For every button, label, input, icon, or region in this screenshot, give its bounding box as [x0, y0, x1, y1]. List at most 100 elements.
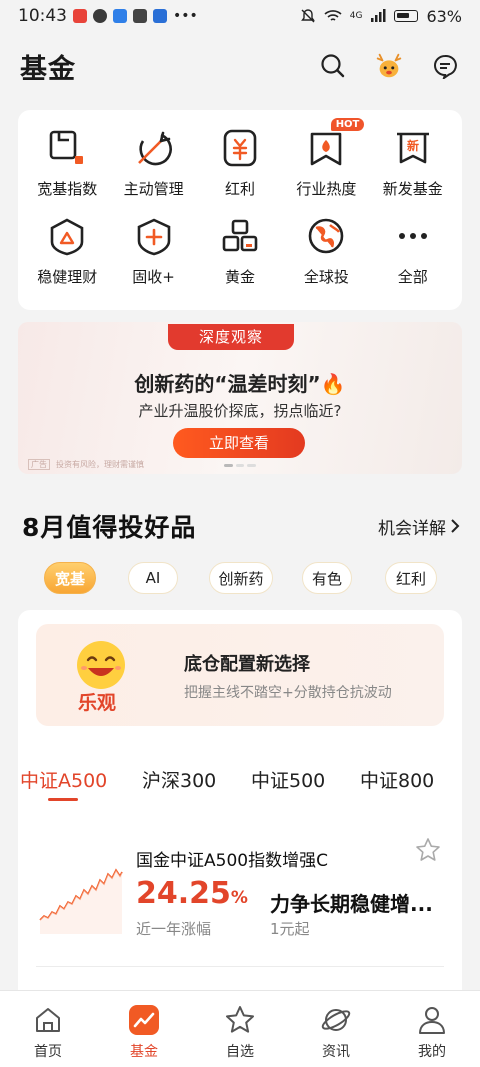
notification-app-icon: [73, 9, 87, 23]
chat-bubble-icon: [434, 54, 457, 79]
chip-innovative-drugs[interactable]: 创新药: [209, 562, 273, 594]
svg-text:新: 新: [407, 138, 419, 153]
nav-news[interactable]: 资讯: [288, 991, 384, 1067]
banner-pagination: [224, 464, 257, 467]
chip-broad[interactable]: 宽基: [44, 562, 96, 594]
fund-trend-sparkline: [39, 868, 123, 934]
battery-level: 63%: [426, 6, 462, 26]
broad-index-icon: [49, 130, 84, 164]
nav-label: 资讯: [322, 1044, 350, 1060]
shield-tent-icon: [50, 218, 84, 256]
app-header: 基金: [0, 40, 480, 92]
mascot-button[interactable]: [374, 51, 404, 81]
fire-flag-icon: [311, 132, 342, 166]
dividend-icon: [223, 129, 257, 167]
quick-entry-label: 红利: [224, 180, 255, 198]
banner-title: 创新药的“温差时刻”🔥: [134, 372, 346, 396]
tab-csi-800[interactable]: 中证800: [360, 766, 434, 793]
deer-mascot-icon: [376, 53, 402, 78]
new-fund-icon: 新: [396, 132, 429, 164]
opportunity-detail-link[interactable]: 机会详解: [378, 514, 460, 539]
quick-entry-broad-index[interactable]: 宽基指数: [24, 124, 110, 212]
chip-ai[interactable]: AI: [128, 562, 178, 594]
home-icon: [36, 1008, 60, 1032]
network-type: 4G: [349, 11, 363, 21]
quick-entry-label: 全部: [397, 268, 428, 286]
chip-nonferrous[interactable]: 有色: [302, 562, 352, 594]
section-header: 8月值得投好品 机会详解: [22, 506, 460, 546]
quick-entry-label: 黄金: [224, 268, 255, 286]
quick-entry-label: 稳健理财: [37, 268, 98, 286]
fund-recommendation-card: 乐观 底仓配置新选择 把握主线不踏空+分散持仓抗波动 中证A500 沪深300 …: [18, 610, 462, 1010]
signal-icon: [371, 9, 386, 22]
mute-icon: [300, 9, 315, 23]
laughing-face-icon: [77, 641, 125, 689]
search-button[interactable]: [318, 51, 348, 81]
location-app-icon: [153, 9, 167, 23]
view-now-button[interactable]: 立即查看: [173, 428, 305, 458]
category-chips: 宽基 AI 创新药 有色 红利: [44, 562, 464, 598]
fund-return-value: 24.25%: [136, 876, 248, 911]
alert-app-icon: [133, 9, 147, 23]
nav-watchlist[interactable]: 自选: [192, 991, 288, 1067]
promo-banner[interactable]: 深度观察 创新药的“温差时刻”🔥 产业升温股价探底，拐点临近? 立即查看 广告投…: [18, 322, 462, 474]
page-title: 基金: [20, 53, 76, 85]
strategy-promo[interactable]: 乐观 底仓配置新选择 把握主线不踏空+分散持仓抗波动: [36, 624, 444, 726]
banner-ad-disclaimer: 广告 投资有风险，理财需谨慎: [28, 459, 144, 470]
quick-entry-label: 固收+: [132, 268, 175, 286]
quick-entry-active-management[interactable]: 主动管理: [110, 124, 196, 212]
globe-icon: [309, 218, 344, 254]
quick-entry-dividend[interactable]: 红利: [197, 124, 283, 212]
quick-entry-all[interactable]: 全部: [370, 212, 456, 300]
tab-csi-a500[interactable]: 中证A500: [20, 766, 107, 793]
fund-name: 国金中证A500指数增强C: [136, 851, 328, 871]
fund-list-item[interactable]: 国金中证A500指数增强C 24.25% 近一年涨幅 力争长期稳健增... 1元…: [18, 826, 462, 966]
search-icon: [321, 54, 345, 78]
status-bar: 10:43 ••• 4G 63%: [0, 0, 480, 32]
quick-entry-gold[interactable]: 黄金: [197, 212, 283, 300]
gold-bars-icon: [222, 219, 258, 252]
quick-entry-steady-finance[interactable]: 稳健理财: [24, 212, 110, 300]
plus-shield-icon: [137, 218, 170, 256]
nav-fund[interactable]: 基金: [96, 991, 192, 1067]
tab-csi-300[interactable]: 沪深300: [142, 766, 216, 793]
active-tab-indicator: [48, 798, 78, 801]
promo-subtitle: 把握主线不踏空+分散持仓抗波动: [184, 685, 392, 701]
fund-chart-icon: [129, 1005, 159, 1035]
promo-title: 底仓配置新选择: [184, 654, 310, 675]
banner-subtitle: 产业升温股价探底，拐点临近?: [138, 402, 342, 420]
quick-entry-industry-heat[interactable]: HOT 行业热度: [283, 118, 369, 212]
banner-tag: 深度观察: [168, 324, 294, 350]
nav-profile[interactable]: 我的: [384, 991, 480, 1067]
message-button[interactable]: [430, 51, 460, 81]
status-time: 10:43: [18, 6, 67, 26]
nav-label: 基金: [130, 1044, 158, 1060]
row-divider: [36, 966, 444, 967]
quick-entry-fixed-income-plus[interactable]: 固收+: [110, 212, 196, 300]
favorite-star-icon[interactable]: [414, 836, 442, 864]
opportunity-detail-label: 机会详解: [378, 518, 446, 539]
tab-csi-500[interactable]: 中证500: [251, 766, 325, 793]
bottom-navigation: 首页 基金 自选 资讯 我的: [0, 990, 480, 1067]
battery-icon: [394, 10, 419, 22]
wechat-icon: [93, 9, 107, 23]
chip-dividend[interactable]: 红利: [385, 562, 437, 594]
chevron-right-icon: [451, 519, 460, 533]
user-icon: [419, 1007, 445, 1034]
section-title: 8月值得投好品: [22, 513, 197, 542]
quick-entry-global[interactable]: 全球投: [283, 212, 369, 300]
fund-slogan: 力争长期稳健增...: [270, 892, 433, 916]
wifi-icon: [324, 10, 342, 21]
nav-home[interactable]: 首页: [0, 991, 96, 1067]
planet-icon: [321, 1009, 351, 1031]
quick-entry-label: 新发基金: [382, 180, 443, 198]
quick-entry-label: 行业热度: [296, 180, 357, 198]
search-app-icon: [113, 9, 127, 23]
nav-label: 首页: [34, 1044, 62, 1060]
quick-entry-new-fund[interactable]: 新 新发基金: [370, 124, 456, 212]
quick-entry-grid: 宽基指数 主动管理 红利 HOT 行业热度 新 新发基金 稳健理财 固收+ 黄金…: [18, 110, 462, 310]
star-icon: [226, 1006, 254, 1033]
nav-label: 自选: [226, 1044, 254, 1060]
more-notifications-icon: •••: [173, 8, 198, 24]
market-mood: 乐观: [78, 692, 117, 714]
